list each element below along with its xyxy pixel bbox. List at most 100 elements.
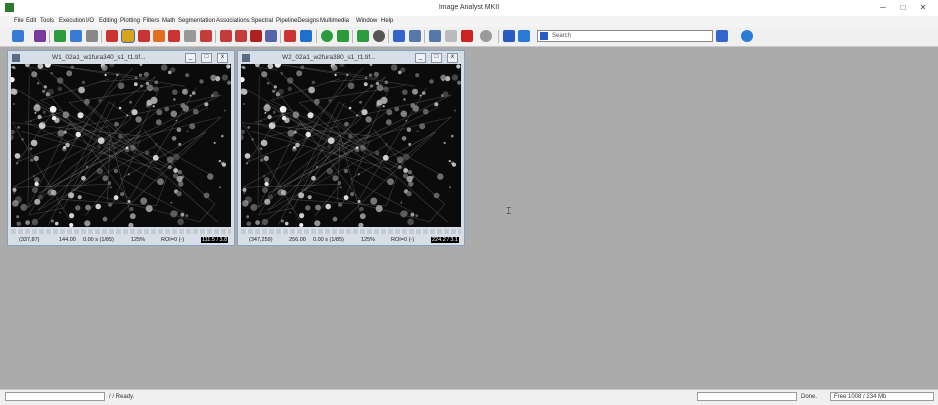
menu-file[interactable]: File xyxy=(14,18,24,24)
flag-disabled-icon[interactable] xyxy=(461,30,473,42)
crosshair-icon[interactable] xyxy=(153,30,165,42)
maximize-button[interactable]: □ xyxy=(894,3,912,12)
roi-count: ROI=0 (-) xyxy=(161,237,185,243)
menu-plotting[interactable]: Plotting xyxy=(120,18,140,24)
search-input[interactable]: Search xyxy=(552,33,571,39)
window-icon[interactable] xyxy=(70,30,82,42)
menu-bar: File Edit Tools Execution I/O Editing Pl… xyxy=(0,16,938,27)
fluorescence-image[interactable] xyxy=(241,64,461,227)
image-window-icon xyxy=(12,54,20,62)
image-status-bar: (337,87) 144.00 0.00 s (1/85) 125% ROI=0… xyxy=(11,236,231,245)
paste-roi-icon[interactable] xyxy=(250,30,262,42)
menu-tools[interactable]: Tools xyxy=(40,18,54,24)
refresh-icon[interactable] xyxy=(337,30,349,42)
menu-associations[interactable]: Associations xyxy=(216,18,250,24)
image-window-titlebar[interactable]: W2_02a1_w2fura380_s1_t1.tif... _ □ x xyxy=(238,53,464,63)
menu-filters[interactable]: Filters xyxy=(143,18,159,24)
pointer-icon[interactable] xyxy=(121,29,135,43)
toolbar-separator xyxy=(388,30,389,43)
mouse-cursor-icon: ⌶ xyxy=(506,206,512,216)
toolbar-separator xyxy=(352,30,353,43)
image-window-1[interactable]: W1_02a1_w1fura340_s1_t1.tif... _ □ x (33… xyxy=(7,50,235,246)
search-app-icon xyxy=(540,32,548,40)
toolbar-separator xyxy=(101,30,102,43)
open-icon[interactable] xyxy=(12,30,24,42)
tool-disabled-icon[interactable] xyxy=(518,30,530,42)
menu-multimedia[interactable]: Multimedia xyxy=(320,18,349,24)
export-icon[interactable] xyxy=(300,30,312,42)
help-icon[interactable] xyxy=(741,30,753,42)
maximize-button[interactable]: □ xyxy=(431,53,442,63)
title-bar: Image Analyst MKII ─ □ ✕ xyxy=(0,0,938,17)
image-window-titlebar[interactable]: W1_02a1_w1fura340_s1_t1.tif... _ □ x xyxy=(8,53,234,63)
toolbar-separator xyxy=(498,30,499,43)
zoom-level: 125% xyxy=(131,237,146,243)
menu-execution[interactable]: Execution xyxy=(59,18,85,24)
star-icon[interactable] xyxy=(138,30,150,42)
pipeline-icon[interactable] xyxy=(54,30,66,42)
menu-segmentation[interactable]: Segmentation xyxy=(178,18,215,24)
status-bar: / / Ready. Done. Free 1008 / 234 Mb xyxy=(0,389,938,405)
menu-edit[interactable]: Edit xyxy=(26,18,36,24)
chart-icon[interactable] xyxy=(393,30,405,42)
image-window-title: W2_02a1_w2fura380_s1_t1.tif... xyxy=(282,54,376,61)
save-icon[interactable] xyxy=(34,30,46,42)
menu-pipelinedesigns[interactable]: PipelineDesigns xyxy=(276,18,319,24)
new-roi-icon[interactable] xyxy=(220,30,232,42)
toolbar-separator xyxy=(215,30,216,43)
image-window-title: W1_02a1_w1fura340_s1_t1.tif... xyxy=(52,54,146,61)
minimize-button[interactable]: ─ xyxy=(874,3,892,12)
zoom-icon[interactable] xyxy=(106,30,118,42)
plugin-icon[interactable] xyxy=(716,30,728,42)
line-tool-icon[interactable] xyxy=(168,30,180,42)
import-icon[interactable] xyxy=(284,30,296,42)
run-icon[interactable] xyxy=(321,30,333,42)
down-arrow-icon[interactable] xyxy=(503,30,515,42)
help-disabled-icon[interactable] xyxy=(480,30,492,42)
menu-help[interactable]: Help xyxy=(381,18,393,24)
resize-icon[interactable] xyxy=(200,30,212,42)
memory-readout: Free 1008 / 234 Mb xyxy=(834,394,887,400)
palette-icon[interactable] xyxy=(409,30,421,42)
toolbar: Search ▾ xyxy=(0,27,938,47)
toolbar-separator xyxy=(424,30,425,43)
hand-icon[interactable] xyxy=(86,30,98,42)
app-title: Image Analyst MKII xyxy=(438,4,500,11)
roi-count: ROI=0 (-) xyxy=(391,237,415,243)
time-frame: 0.00 s (1/85) xyxy=(313,237,344,243)
status-done: Done. xyxy=(801,394,818,400)
pixel-value: 144.00 xyxy=(59,237,76,243)
intensity-range: 111.5 / 3.8 xyxy=(201,237,229,243)
menu-window[interactable]: Window xyxy=(356,18,377,24)
stop-icon[interactable] xyxy=(373,30,385,42)
close-button[interactable]: x xyxy=(217,53,228,63)
image-window-2[interactable]: W2_02a1_w2fura380_s1_t1.tif... _ □ x (34… xyxy=(237,50,465,246)
delete-roi-icon[interactable] xyxy=(265,30,277,42)
flag-icon[interactable] xyxy=(445,30,457,42)
menu-spectral[interactable]: Spectral xyxy=(251,18,273,24)
status-message: / / Ready. xyxy=(109,394,135,400)
menu-math[interactable]: Math xyxy=(162,18,175,24)
search-box[interactable]: Search ▾ xyxy=(537,30,722,42)
minimize-button[interactable]: _ xyxy=(415,53,426,63)
toolbar-separator xyxy=(280,30,281,43)
minimize-button[interactable]: _ xyxy=(185,53,196,63)
copy-roi-icon[interactable] xyxy=(235,30,247,42)
toolbar-separator xyxy=(49,30,50,43)
fluorescence-image[interactable] xyxy=(11,64,231,227)
frame-scrollbar[interactable] xyxy=(11,229,231,234)
image-window-icon xyxy=(242,54,250,62)
menu-editing[interactable]: Editing xyxy=(99,18,117,24)
menu-io[interactable]: I/O xyxy=(86,18,94,24)
image-status-bar: (347,259) 256.00 0.00 s (1/85) 125% ROI=… xyxy=(241,236,461,245)
lasso-icon[interactable] xyxy=(184,30,196,42)
zoom-level: 125% xyxy=(361,237,376,243)
progress-bar xyxy=(5,392,105,401)
cursor-coordinates: (347,259) xyxy=(249,237,273,243)
close-button[interactable]: x xyxy=(447,53,458,63)
frame-scrollbar[interactable] xyxy=(241,229,461,234)
close-button[interactable]: ✕ xyxy=(914,3,932,12)
maximize-button[interactable]: □ xyxy=(201,53,212,63)
probe-icon[interactable] xyxy=(429,30,441,42)
record-icon[interactable] xyxy=(357,30,369,42)
